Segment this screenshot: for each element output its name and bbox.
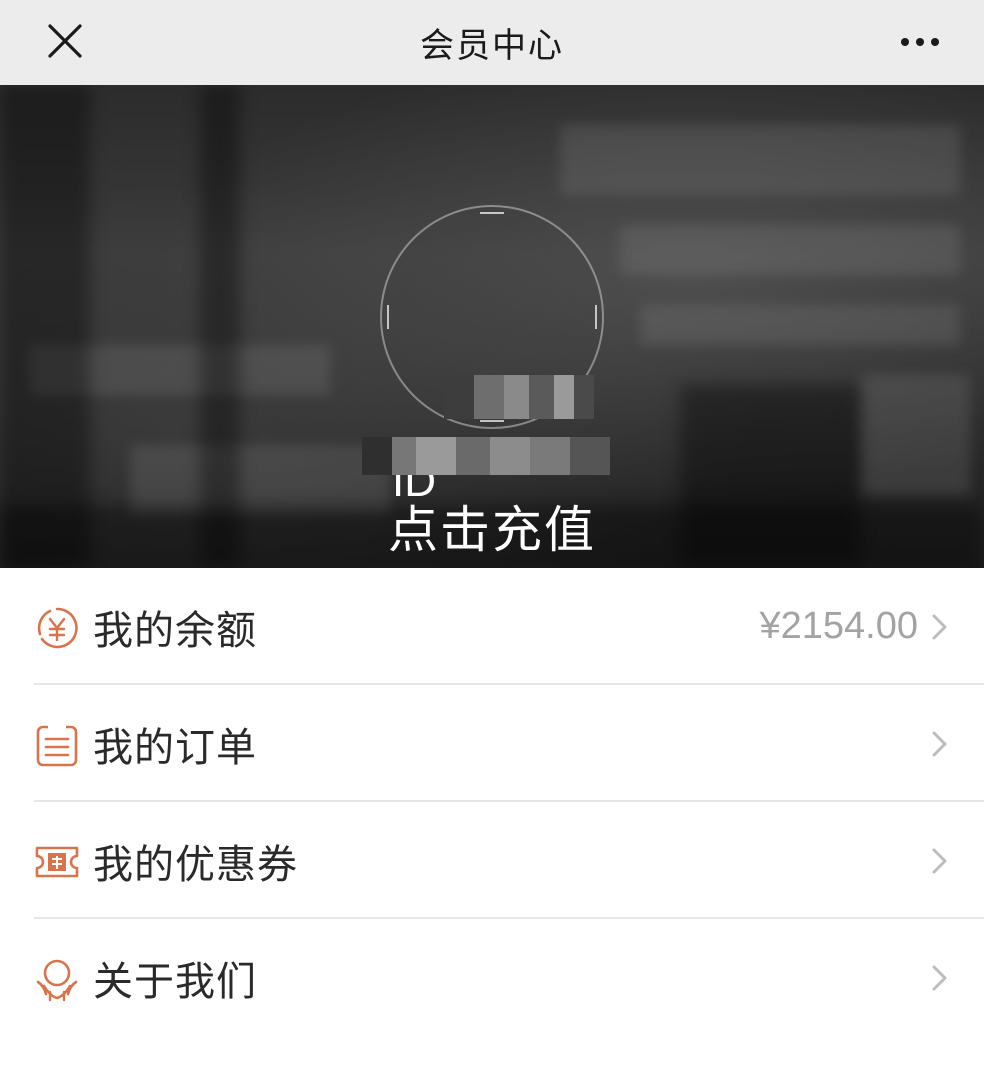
background-blur	[640, 305, 960, 345]
close-icon	[48, 24, 82, 58]
menu-item-orders[interactable]: 我的订单	[0, 685, 984, 802]
menu-item-coupons[interactable]: 我的优惠券	[0, 802, 984, 919]
more-dots-icon	[916, 38, 924, 46]
menu-item-label: 关于我们	[93, 958, 257, 1005]
menu-item-label: 我的优惠券	[93, 841, 298, 888]
background-blur	[620, 225, 960, 275]
background-blur	[860, 375, 970, 495]
handshake-icon	[36, 959, 78, 1002]
profile-header: ID 点击充值	[0, 85, 984, 568]
close-button[interactable]	[40, 16, 90, 66]
chevron-right-icon	[932, 965, 947, 991]
chevron-right-icon	[932, 614, 947, 640]
chevron-right-icon	[932, 848, 947, 874]
menu-item-label: 我的订单	[93, 724, 257, 771]
yuan-coin-icon	[37, 607, 78, 649]
redacted-nickname	[362, 437, 610, 475]
redacted-user-id	[444, 375, 594, 419]
page-title: 会员中心	[420, 26, 564, 66]
coupon-icon	[35, 846, 79, 878]
more-dots-icon	[931, 38, 939, 46]
balance-value: ¥2154.00	[759, 605, 919, 647]
order-list-icon	[36, 725, 78, 767]
menu-item-label: 我的余额	[93, 607, 257, 654]
chevron-right-icon	[932, 731, 947, 757]
more-dots-icon	[901, 38, 909, 46]
menu-item-balance[interactable]: 我的余额 ¥2154.00	[0, 568, 984, 685]
more-options-button[interactable]	[892, 18, 948, 66]
background-blur	[560, 125, 960, 195]
member-menu-list: 我的余额 ¥2154.00 我的订单 我的优惠券 关于我们	[0, 568, 984, 1036]
menu-item-about[interactable]: 关于我们	[0, 919, 984, 1036]
recharge-button[interactable]: 点击充值	[0, 490, 984, 562]
top-bar: 会员中心	[0, 0, 984, 85]
